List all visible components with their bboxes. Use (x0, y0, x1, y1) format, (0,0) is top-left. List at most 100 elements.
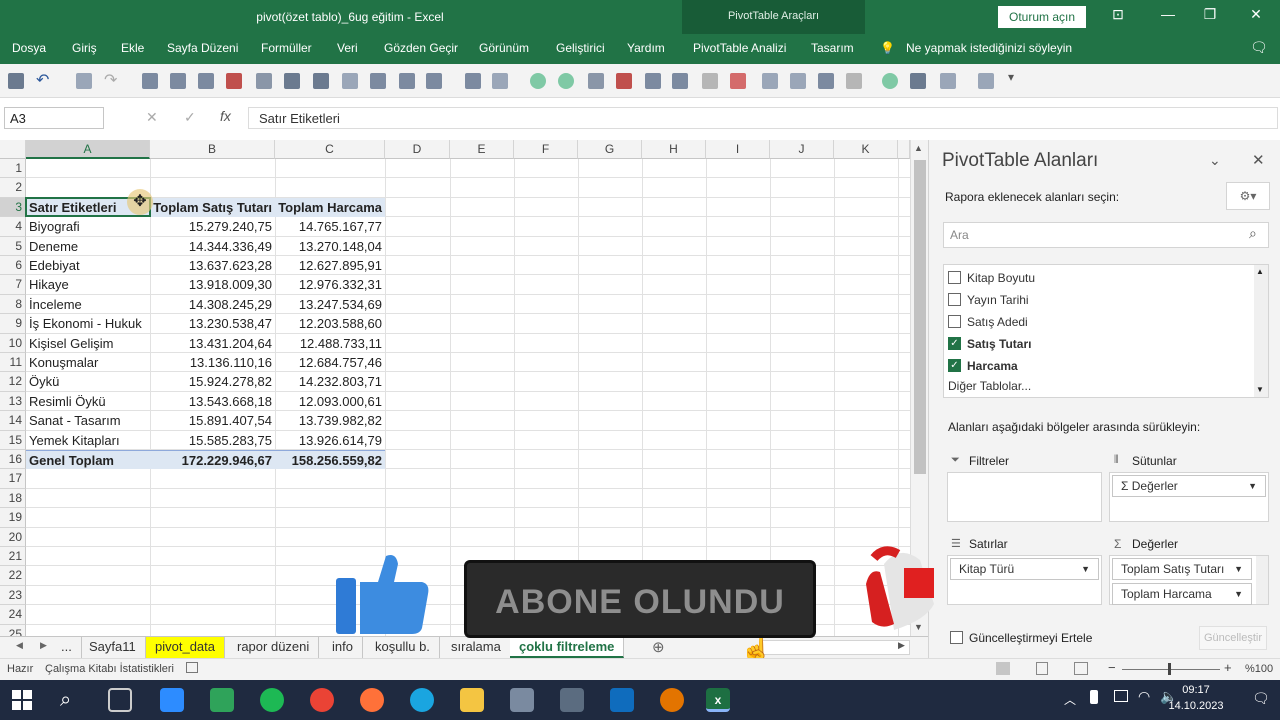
hscroll-right-icon[interactable]: ▶ (898, 640, 905, 651)
values-scrollbar[interactable] (1256, 556, 1268, 604)
row-header[interactable]: 5 (0, 236, 26, 256)
clock-time[interactable]: 09:17 (1176, 684, 1216, 696)
row-header[interactable]: 21 (0, 547, 26, 567)
row-header[interactable]: 10 (0, 333, 26, 353)
spotify-icon[interactable] (260, 688, 284, 712)
field-search-input[interactable]: Ara (943, 222, 1269, 248)
row-header[interactable]: 1 (0, 159, 26, 179)
row-header[interactable]: 4 (0, 217, 26, 237)
windows-start-icon[interactable] (10, 688, 34, 712)
pivot-value-cell[interactable]: 14.344.336,49 (150, 237, 275, 256)
restore-icon[interactable]: ❐ (1198, 6, 1222, 26)
pivot-value-cell[interactable]: 12.976.332,31 (275, 275, 385, 294)
row-header[interactable]: 9 (0, 314, 26, 334)
row-header[interactable]: 7 (0, 275, 26, 295)
row-header[interactable]: 16 (0, 450, 26, 470)
row-header[interactable]: 20 (0, 527, 26, 547)
circle-icon[interactable] (882, 73, 898, 89)
table2-icon[interactable] (978, 73, 994, 89)
form-icon[interactable] (399, 73, 415, 89)
col-header-d[interactable]: D (385, 140, 450, 159)
search-taskbar-icon[interactable]: ⌕ (60, 688, 84, 712)
col-header-e[interactable]: E (450, 140, 514, 159)
field-checkbox[interactable] (948, 293, 961, 306)
pivot-value-cell[interactable]: 15.891.407,54 (150, 411, 275, 430)
field-label[interactable]: Harcama (967, 359, 1018, 373)
fit-icon[interactable] (142, 73, 158, 89)
pivot-value-cell[interactable]: 12.488.733,11 (275, 334, 385, 353)
undo-icon[interactable]: ↶ (36, 70, 52, 89)
columns-item-degerler[interactable]: Σ Değerler ▼ (1112, 475, 1266, 497)
pivot-total-cell[interactable]: 172.229.946,67 (150, 450, 275, 469)
field-list-scrollbar[interactable]: ▲ ▼ (1254, 265, 1268, 397)
row-header[interactable]: 18 (0, 488, 26, 509)
col-header-c[interactable]: C (275, 140, 385, 159)
pivot-row-label[interactable]: Konuşmalar (26, 353, 150, 372)
col-header-b[interactable]: B (150, 140, 275, 159)
page-break-icon[interactable] (1074, 662, 1088, 675)
sheet-tab-pivot-data[interactable]: pivot_data (146, 637, 225, 658)
values-item-satis[interactable]: Toplam Satış Tutarı ▼ (1112, 558, 1252, 580)
pivot-value-cell[interactable]: 13.918.009,30 (150, 275, 275, 294)
rows-zone[interactable]: Kitap Türü ▼ (947, 555, 1102, 605)
dropdown-arrow-icon[interactable]: ▼ (1248, 476, 1257, 496)
tab-dosya[interactable]: Dosya (12, 41, 46, 55)
text-icon[interactable] (790, 73, 806, 89)
photos-app-icon[interactable] (210, 688, 234, 712)
select-all-corner[interactable] (0, 140, 26, 159)
row-header[interactable]: 19 (0, 508, 26, 528)
row-header[interactable]: 2 (0, 178, 26, 198)
row-header[interactable]: 23 (0, 585, 26, 606)
relationships-icon[interactable] (198, 73, 214, 89)
table-icon[interactable] (342, 73, 358, 89)
tab-ekle[interactable]: Ekle (121, 41, 144, 55)
values-item-harcama[interactable]: Toplam Harcama ▼ (1112, 583, 1252, 605)
pivot-value-cell[interactable]: 13.926.614,79 (275, 431, 385, 450)
search-tool-icon[interactable] (660, 688, 684, 712)
pane-options-chevron-icon[interactable]: ⌄ (1209, 152, 1221, 169)
tab-more[interactable]: ... (52, 637, 82, 658)
zoom-in-icon[interactable]: + (1224, 660, 1232, 675)
pivot-value-cell[interactable]: 14.308.245,29 (150, 295, 275, 314)
file-explorer-icon[interactable] (460, 688, 484, 712)
excel-taskbar-icon[interactable]: x (706, 688, 730, 712)
pivot-value-cell[interactable]: 15.279.240,75 (150, 217, 275, 236)
name-box[interactable]: A3 (4, 107, 104, 129)
link-icon[interactable] (492, 73, 508, 89)
wifi-icon[interactable]: ◠ (1138, 688, 1150, 705)
update-button[interactable]: Güncelleştir (1199, 626, 1267, 650)
filters-zone[interactable] (947, 472, 1102, 522)
workbook-stats[interactable]: Çalışma Kitabı İstatistikleri (45, 663, 174, 675)
pivot-header-cell[interactable]: Toplam Satış Tutarı (150, 197, 275, 217)
cancel-icon[interactable]: ✕ (146, 109, 158, 126)
page-layout-icon[interactable] (1036, 662, 1048, 675)
eraser2-icon[interactable] (730, 73, 746, 89)
dropdown-arrow-icon[interactable]: ▼ (1081, 559, 1090, 579)
edit-icon[interactable] (846, 73, 862, 89)
scroll-thumb[interactable] (914, 160, 926, 474)
sheet-tab-kosullu[interactable]: koşullu b. (366, 637, 440, 658)
sort-icon[interactable] (762, 73, 778, 89)
row-header[interactable]: 13 (0, 391, 26, 412)
row-header[interactable]: 8 (0, 294, 26, 315)
tab-giris[interactable]: Giriş (72, 41, 97, 55)
pivot-total-cell[interactable]: Genel Toplam (26, 450, 150, 469)
rows-item-kitap-turu[interactable]: Kitap Türü ▼ (950, 558, 1099, 580)
usb-icon[interactable] (1090, 690, 1098, 704)
dropdown-arrow-icon[interactable]: ▼ (1234, 584, 1243, 604)
pivot-row-label[interactable]: İnceleme (26, 295, 150, 314)
dropdown-arrow-icon[interactable]: ▼ (1234, 559, 1243, 579)
shape2-icon[interactable] (558, 73, 574, 89)
pivot-row-label[interactable]: Sanat - Tasarım (26, 411, 150, 430)
pivot-row-label[interactable]: Resimli Öykü (26, 392, 150, 411)
formula-input[interactable]: Satır Etiketleri (248, 107, 1278, 129)
fx-icon[interactable]: fx (220, 108, 231, 124)
pivot-value-cell[interactable]: 13.543.668,18 (150, 392, 275, 411)
col-header-h[interactable]: H (642, 140, 706, 159)
snipping-tool-icon[interactable] (510, 688, 534, 712)
col-header-k[interactable]: K (834, 140, 898, 159)
camera-icon[interactable] (313, 73, 329, 89)
col-header-j[interactable]: J (770, 140, 834, 159)
col-header-i[interactable]: I (706, 140, 770, 159)
pivot-row-label[interactable]: Deneme (26, 237, 150, 256)
